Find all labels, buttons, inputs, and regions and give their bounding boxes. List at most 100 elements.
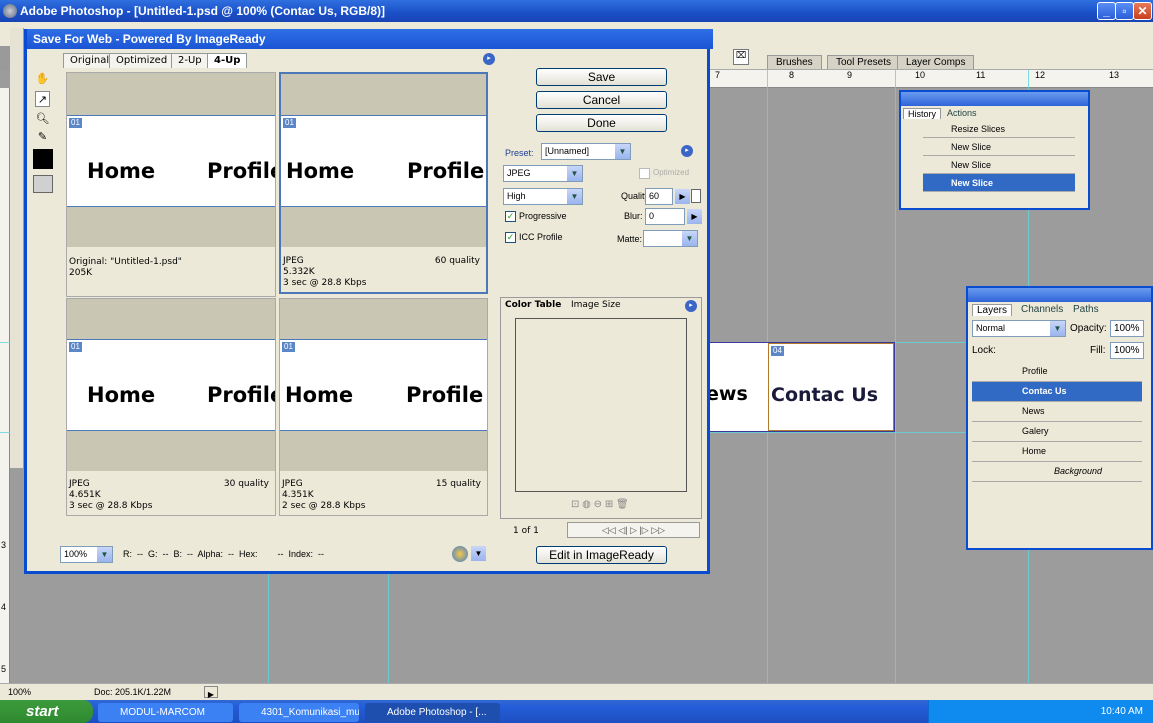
ruler-mark: 12 xyxy=(1035,70,1046,80)
ruler-mark: 13 xyxy=(1109,70,1120,80)
color-table-swatches[interactable] xyxy=(515,318,687,492)
history-item[interactable]: Resize Slices xyxy=(923,120,1075,138)
toggle-slice-visibility-icon[interactable] xyxy=(33,175,53,193)
preview-pane-15[interactable]: 01 Home Profile JPEG 4.351K 2 sec @ 28.8… xyxy=(279,298,488,516)
optimized-checkbox[interactable] xyxy=(639,168,650,179)
pager-controls[interactable]: ◁◁ ◁| ▷ |▷ ▷▷ xyxy=(567,522,700,538)
ruler-mark: 3 xyxy=(1,540,7,550)
layer-name: Background xyxy=(1054,466,1103,476)
tab-layer-comps[interactable]: Layer Comps xyxy=(897,55,975,69)
preview-pane-30[interactable]: 01 Home Profile JPEG 4.651K 3 sec @ 28.8… xyxy=(66,298,276,516)
hand-tool-icon[interactable]: ✋ xyxy=(35,71,50,87)
palette-titlebar[interactable] xyxy=(901,92,1088,106)
start-button[interactable]: start xyxy=(0,700,93,723)
tab-brushes[interactable]: Brushes xyxy=(767,55,822,69)
fill-field[interactable]: 100% xyxy=(1110,342,1144,359)
format-select[interactable]: JPEG ▼ xyxy=(503,165,583,182)
close-icon[interactable]: ✕ xyxy=(1133,2,1152,20)
slice-select-tool-icon[interactable]: ↗ xyxy=(35,91,50,107)
cancel-button[interactable]: Cancel xyxy=(536,91,667,109)
task-photoshop[interactable]: Adobe Photoshop - [... xyxy=(365,703,500,722)
matte-label: Matte: xyxy=(617,234,643,244)
quality-field[interactable]: 60 xyxy=(645,188,673,205)
layers-palette: Layers Channels Paths Normal ▼ Opacity: 1… xyxy=(966,286,1153,550)
ruler-mark: 4 xyxy=(1,602,7,612)
matte-select[interactable]: ▼ xyxy=(643,230,698,247)
layer-row[interactable]: Galery xyxy=(972,422,1142,442)
lock-label: Lock: xyxy=(972,345,996,356)
preset-select[interactable]: [Unnamed] ▼ xyxy=(541,143,631,160)
eyedropper-color-swatch[interactable] xyxy=(33,149,53,169)
preset-label: Preset: xyxy=(505,148,534,158)
palette-titlebar[interactable] xyxy=(968,288,1151,302)
history-item[interactable]: New Slice xyxy=(923,138,1075,156)
quality-channel-icon[interactable] xyxy=(691,189,701,203)
options-bar: ⌧ Brushes Tool Presets Layer Comps xyxy=(705,46,1153,70)
quality-slider-arrow-icon[interactable]: ▶ xyxy=(675,189,690,204)
color-table-menu-icon[interactable]: ▸ xyxy=(685,300,697,312)
layer-row[interactable]: Background xyxy=(972,462,1142,482)
zoom-select[interactable]: 100% ▼ xyxy=(60,546,113,563)
layer-row[interactable]: Home xyxy=(972,442,1142,462)
image-header xyxy=(281,74,486,115)
file-browser-icon[interactable]: ⌧ xyxy=(733,49,749,65)
layer-row-selected[interactable]: Contac Us xyxy=(972,382,1142,402)
dialog-title: Save For Web - Powered By ImageReady xyxy=(27,29,713,49)
tab-channels[interactable]: Channels xyxy=(1018,304,1066,315)
tab-image-size[interactable]: Image Size xyxy=(571,300,621,310)
done-button[interactable]: Done xyxy=(536,114,667,132)
tab-history[interactable]: History xyxy=(903,108,942,119)
info-line: JPEG xyxy=(283,256,304,266)
image-footer xyxy=(281,207,486,247)
eyedropper-icon[interactable]: ✎ xyxy=(35,129,50,145)
guide-line xyxy=(895,70,896,683)
info-line: 3 sec @ 28.8 Kbps xyxy=(69,501,153,511)
progressive-checkbox[interactable]: ✓ xyxy=(505,211,516,222)
task-modul-marcom[interactable]: MODUL-MARCOM xyxy=(98,703,233,722)
toolbox[interactable] xyxy=(10,28,24,468)
history-item[interactable]: New Slice xyxy=(923,156,1075,174)
chevron-down-icon: ▼ xyxy=(567,166,582,181)
layer-row[interactable]: Profile xyxy=(972,362,1142,382)
blur-slider-arrow-icon[interactable]: ▶ xyxy=(687,209,702,224)
tab-2-up[interactable]: 2-Up xyxy=(171,53,209,68)
tab-paths[interactable]: Paths xyxy=(1070,304,1102,315)
minimize-icon[interactable]: _ xyxy=(1097,2,1116,20)
optimize-menu-icon[interactable]: ▸ xyxy=(681,145,693,157)
tab-optimized[interactable]: Optimized xyxy=(109,53,175,68)
layer-name: Profile xyxy=(1022,366,1048,376)
zoom-tool-icon[interactable]: 🔍︎ xyxy=(35,111,50,127)
nav-home-text: Home xyxy=(285,383,354,407)
history-item-selected[interactable]: New Slice xyxy=(923,174,1075,192)
main-title-bar: Adobe Photoshop - [Untitled-1.psd @ 100%… xyxy=(0,0,1153,22)
maximize-icon[interactable]: ▫ xyxy=(1115,2,1134,20)
image-header xyxy=(67,299,275,339)
tab-4-up[interactable]: 4-Up xyxy=(207,53,248,68)
slice-badge: 01 xyxy=(282,342,295,352)
quality-note: 30 quality xyxy=(223,479,269,489)
menu-arrow-icon[interactable]: ▸ xyxy=(483,53,495,65)
slice-badge: 01 xyxy=(283,118,296,128)
task-word-document[interactable]: 4301_Komunikasi_mul... xyxy=(239,703,359,722)
save-button[interactable]: Save xyxy=(536,68,667,86)
opacity-field[interactable]: 100% xyxy=(1110,320,1144,337)
tab-actions[interactable]: Actions xyxy=(943,108,981,118)
edit-in-imageready-button[interactable]: Edit in ImageReady xyxy=(536,546,667,564)
tab-layers[interactable]: Layers xyxy=(972,304,1013,316)
icc-profile-checkbox[interactable]: ✓ xyxy=(505,232,516,243)
tab-tool-presets[interactable]: Tool Presets xyxy=(827,55,901,69)
preview-pane-original[interactable]: 01 Home Profile Original: "Untitled-1.ps… xyxy=(66,72,276,297)
quality-level-select[interactable]: High ▼ xyxy=(503,188,583,205)
ruler-mark: 7 xyxy=(715,70,721,80)
blur-field[interactable]: 0 xyxy=(645,208,685,225)
status-menu-arrow-icon[interactable]: ▶ xyxy=(204,686,218,699)
color-table-actions[interactable]: ⊡ ◍ ⊖ ⊞ 🗑︎ xyxy=(571,499,629,510)
tab-color-table[interactable]: Color Table xyxy=(505,300,561,310)
preview-pane-60[interactable]: 01 Home Profile JPEG 5.332K 3 sec @ 28.8… xyxy=(279,72,488,294)
browser-preview-icon[interactable] xyxy=(452,546,468,562)
chevron-down-icon[interactable]: ▼ xyxy=(471,546,486,561)
layer-row[interactable]: News xyxy=(972,402,1142,422)
blend-mode-select[interactable]: Normal ▼ xyxy=(972,320,1066,337)
selected-slice[interactable]: 04 Contac Us xyxy=(768,343,894,431)
blend-mode-value: Normal xyxy=(976,323,1006,333)
